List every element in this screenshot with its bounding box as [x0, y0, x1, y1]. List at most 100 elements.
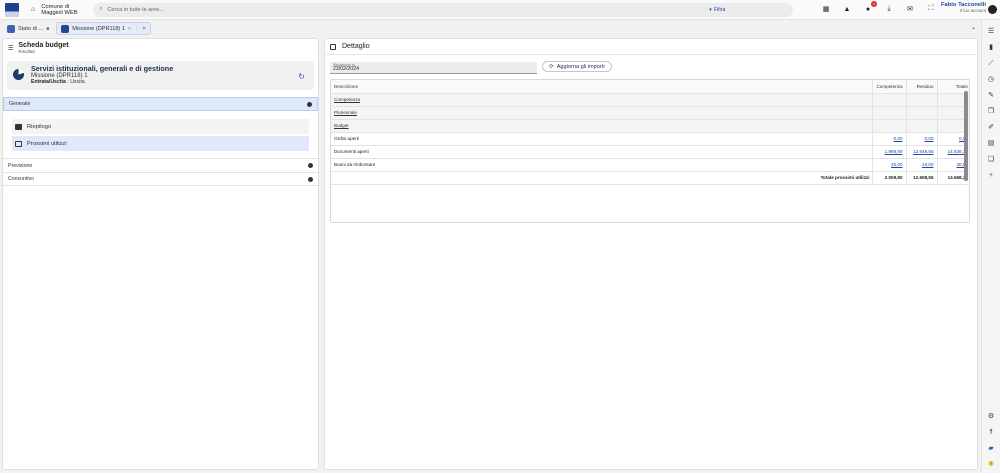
filter-label: Filtra	[713, 6, 726, 13]
amount-link[interactable]: 0,00	[894, 136, 903, 141]
nav-item-riepilogo[interactable]: Riepilogo	[12, 119, 309, 134]
book-icon[interactable]: ▮	[986, 43, 996, 53]
pin-icon[interactable]: □	[128, 26, 131, 32]
section-generale[interactable]: Generale	[3, 97, 318, 111]
apps-grid-icon[interactable]: ▦	[820, 3, 832, 15]
right-rail: ☰ ▮ ⟋ ◷ ✎ ❐ ✐ ▤ ❏ + ⚙ ☨ ▰ ✺	[981, 20, 1000, 473]
filter-button[interactable]: ▾ Filtra	[709, 7, 725, 13]
mail-icon[interactable]: ✉	[904, 3, 916, 15]
more-icon[interactable]: ⋮	[134, 26, 139, 32]
section-label: Previsione	[8, 162, 33, 169]
expand-icon[interactable]	[308, 163, 313, 168]
support-icon[interactable]: ✺	[986, 460, 996, 470]
chat-icon[interactable]: ▰	[986, 444, 996, 454]
tool-icon[interactable]: ✎	[986, 91, 996, 101]
table-row: Documenti aperti 1.989,80 12.648,55 14.6…	[331, 145, 969, 159]
search-placeholder: Cerca in tutte le aree...	[107, 6, 164, 13]
user-account-label: Il tuo account	[959, 8, 986, 13]
section-consuntivo[interactable]: Consuntivo	[3, 172, 318, 186]
total-value: 2.009,80	[872, 171, 907, 185]
toolbar-icons: ▦ ▲ ● 1 ⤓ ✉ ⛶	[820, 1, 937, 15]
trend-icon[interactable]: ⟋	[986, 59, 996, 69]
pin-icon[interactable]: ■	[46, 26, 49, 32]
panel-toggle-icon[interactable]	[330, 43, 336, 50]
download-icon[interactable]: ⤓	[883, 3, 895, 15]
section-previsione[interactable]: Previsione	[3, 158, 318, 172]
layers-icon[interactable]: ❏	[986, 155, 996, 165]
add-icon[interactable]: +	[986, 171, 996, 181]
card-type: Entrata/Uscita : Uscita	[31, 79, 314, 85]
table-icon	[15, 123, 22, 130]
app-logo[interactable]	[5, 2, 19, 17]
tab-missione[interactable]: Missione (DPR118) 1 □ ⋮ ✕	[56, 22, 152, 35]
notification-badge: 1	[871, 1, 877, 7]
close-icon[interactable]: ✕	[142, 26, 146, 32]
panel-title: Scheda budget	[18, 42, 69, 49]
nav-item-label: Prossimi utilizzi	[27, 140, 67, 147]
update-amounts-button[interactable]: ⟳ Aggiorna gli importi	[542, 61, 612, 72]
user-menu[interactable]: Fabio Tacconelli Il tuo account	[941, 2, 986, 13]
card-title: Servizi istituzionali, generali e di ges…	[31, 64, 174, 73]
history-icon[interactable]: ◷	[986, 75, 996, 85]
amount-link[interactable]: 20,00	[891, 162, 903, 167]
amount-link[interactable]: 10,00	[922, 162, 934, 167]
edit-doc-icon[interactable]: ✐	[986, 123, 996, 133]
row-description: Ordini aperti	[331, 132, 873, 146]
fullscreen-icon[interactable]: ⛶	[925, 3, 937, 15]
budget-card: Servizi istituzionali, generali e di ges…	[7, 61, 314, 90]
document-icon[interactable]: ▤	[986, 139, 996, 149]
total-value: 12.658,55	[905, 171, 938, 185]
table-row: Ordini aperti 0,00 0,00 0,00	[331, 132, 969, 146]
bell-icon[interactable]: ● 1	[862, 1, 877, 15]
table-scrollbar[interactable]	[964, 91, 968, 181]
pie-chart-icon	[13, 69, 24, 80]
amount-link[interactable]: 12.648,55	[913, 149, 933, 154]
home-icon[interactable]: ⌂	[31, 6, 35, 13]
column-header[interactable]: Descrizione	[331, 80, 873, 94]
amount-link[interactable]: 0,00	[925, 136, 934, 141]
collapse-icon[interactable]	[307, 101, 312, 107]
tab-label: Stato di ...	[18, 25, 44, 32]
refresh-icon[interactable]: ↻	[298, 72, 305, 81]
card-type-key: Entrata/Uscita	[31, 79, 66, 85]
tab-app-icon	[61, 24, 70, 33]
group-link[interactable]: Pluriennale	[334, 110, 357, 115]
search-icon: ⌕	[99, 6, 103, 12]
row-description: Buoni da rimborsare	[331, 158, 873, 172]
table-header-row: Descrizione Competenza Residuo Totale	[331, 80, 969, 94]
nav-item-label: Riepilogo	[27, 123, 52, 130]
column-header[interactable]: Competenza	[872, 80, 907, 94]
search-input[interactable]: ⌕ Cerca in tutte le aree...	[93, 2, 794, 17]
amount-link[interactable]: 1.989,80	[885, 149, 903, 154]
nav-item-prossimi-utilizzi[interactable]: Prossimi utilizzi	[12, 136, 309, 151]
warning-icon[interactable]: ▲	[841, 3, 853, 15]
card-type-value: : Uscita	[67, 79, 85, 85]
date-field[interactable]: Situazione al 23/02/2024	[330, 62, 537, 74]
table-group-row: Competenza	[331, 93, 969, 107]
left-panel-header: ☰ Scheda budget Risultati	[3, 39, 318, 57]
table-row: Buoni da rimborsare 20,00 10,00 30,00	[331, 158, 969, 172]
section-label: Generale	[9, 101, 31, 107]
generale-items: Riepilogo Prossimi utilizzi	[3, 111, 318, 156]
tab-app-icon	[7, 24, 15, 33]
panel-subtitle: Risultati	[18, 49, 35, 54]
list-icon[interactable]: ☰	[986, 27, 996, 37]
sync-icon: ⟳	[549, 63, 554, 70]
calendar-icon	[15, 140, 22, 147]
group-link[interactable]: Competenza	[334, 97, 360, 102]
app-name: Comune di Maggioli WEB	[41, 4, 89, 16]
chevron-down-icon[interactable]: ⌄	[971, 24, 976, 31]
tab-stato[interactable]: Stato di ... ■	[3, 22, 53, 35]
column-header[interactable]: Residuo	[905, 80, 938, 94]
menu-icon[interactable]: ☰	[8, 45, 13, 52]
app-name-line2: Maggioli WEB	[41, 9, 78, 16]
tab-label: Missione (DPR118) 1	[72, 25, 125, 32]
expand-icon[interactable]	[308, 176, 313, 182]
left-panel: ☰ Scheda budget Risultati Servizi istitu…	[2, 38, 319, 470]
group-link[interactable]: Budget	[334, 123, 349, 128]
copy-icon[interactable]: ❐	[986, 107, 996, 117]
detail-panel: Dettaglio Situazione al 23/02/2024 ⟳ Agg…	[324, 38, 978, 470]
accessibility-icon[interactable]: ☨	[986, 428, 996, 438]
gear-icon[interactable]: ⚙	[986, 412, 996, 422]
account-icon[interactable]	[988, 5, 997, 14]
